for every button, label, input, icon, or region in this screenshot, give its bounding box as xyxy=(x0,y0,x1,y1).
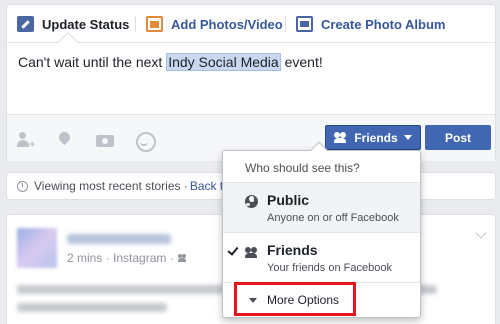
globe-icon xyxy=(245,195,258,208)
pencil-icon xyxy=(17,16,34,32)
story-meta-text: 2 mins · Instagram · xyxy=(67,251,174,265)
camera-icon[interactable] xyxy=(96,132,114,148)
audience-option-friends[interactable]: Friends Your friends on Facebook xyxy=(223,233,420,283)
tab-create-photo-album[interactable]: Create Photo Album xyxy=(296,15,445,33)
tab-label: Add Photos/Video xyxy=(171,16,283,32)
status-text: Can't wait until the next xyxy=(18,54,167,70)
audience-option-public[interactable]: Public Anyone on or off Facebook xyxy=(223,183,420,233)
status-textarea[interactable]: Can't wait until the next Indy Social Me… xyxy=(18,53,323,71)
blurred-text-line xyxy=(17,303,167,312)
post-button[interactable]: Post xyxy=(425,125,491,150)
highlight-box xyxy=(234,282,356,316)
tab-label: Update Status xyxy=(42,16,130,32)
avatar[interactable] xyxy=(17,228,57,268)
audience-selector-button[interactable]: Friends xyxy=(325,125,421,150)
composer-tabs: Update Status Add Photos/Video Create Ph… xyxy=(7,5,495,43)
tab-divider xyxy=(135,16,136,32)
dropdown-header: Who should see this? xyxy=(223,151,420,183)
album-icon xyxy=(296,16,313,32)
sort-notice-text: Viewing most recent stories · xyxy=(34,179,188,193)
option-title: Public xyxy=(267,192,310,208)
caret-down-icon xyxy=(403,135,412,140)
friends-icon xyxy=(245,247,259,258)
mention-highlight[interactable]: Indy Social Media xyxy=(166,53,281,71)
chevron-down-icon[interactable] xyxy=(475,227,487,239)
post-button-label: Post xyxy=(444,130,471,145)
clock-icon xyxy=(17,180,28,192)
tab-add-photos-video[interactable]: Add Photos/Video xyxy=(146,15,283,33)
tab-divider xyxy=(285,16,286,32)
audience-label: Friends xyxy=(354,130,398,145)
option-title: Friends xyxy=(267,242,318,258)
friends-icon xyxy=(334,132,348,143)
friends-icon xyxy=(177,253,188,263)
story-meta: 2 mins · Instagram · xyxy=(67,251,188,265)
status-composer: Update Status Add Photos/Video Create Ph… xyxy=(6,4,496,161)
tab-label: Create Photo Album xyxy=(321,16,446,32)
tag-people-icon[interactable]: + xyxy=(17,132,35,151)
blurred-author-name[interactable] xyxy=(67,234,171,244)
back-to-top-stories-link[interactable]: Back t xyxy=(190,179,223,193)
tab-update-status[interactable]: Update Status xyxy=(17,15,129,33)
status-text: event! xyxy=(280,54,323,70)
photo-icon xyxy=(146,16,163,32)
option-subtitle: Anyone on or off Facebook xyxy=(267,212,399,224)
location-icon[interactable] xyxy=(56,132,74,148)
option-subtitle: Your friends on Facebook xyxy=(267,262,392,274)
checkmark-icon xyxy=(227,244,239,256)
smiley-icon[interactable] xyxy=(136,132,156,152)
